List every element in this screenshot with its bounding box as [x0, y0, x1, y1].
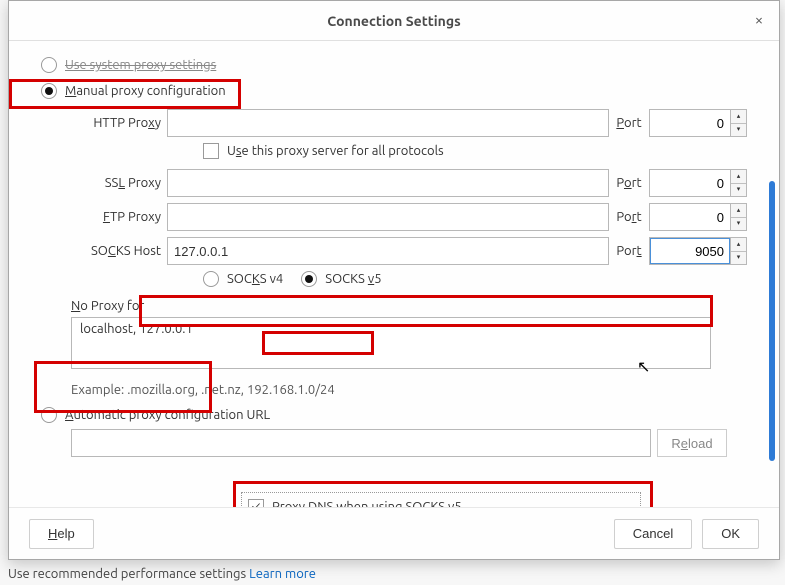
- ok-button[interactable]: OK: [702, 519, 759, 549]
- radio-row-auto[interactable]: Automatic proxy configuration URL: [41, 407, 747, 423]
- scrollbar[interactable]: [769, 181, 775, 461]
- radio-system-proxy-label: Use system proxy settings: [65, 58, 216, 72]
- bg-learn-more-link[interactable]: Learn more: [249, 567, 316, 581]
- http-port-input[interactable]: [649, 109, 731, 137]
- close-icon[interactable]: ×: [747, 9, 771, 33]
- ftp-port-input[interactable]: [649, 203, 731, 231]
- cancel-button[interactable]: Cancel: [614, 519, 692, 549]
- radio-auto-config-label: Automatic proxy configuration URL: [65, 408, 270, 422]
- ssl-proxy-input[interactable]: [167, 169, 609, 197]
- no-proxy-example: Example: .mozilla.org, .net.nz, 192.168.…: [71, 383, 747, 397]
- http-port-spinner[interactable]: ▴▾: [731, 109, 747, 137]
- no-proxy-label: No Proxy for: [71, 299, 747, 313]
- ssl-proxy-row: SSL Proxy Port ▴▾: [71, 169, 747, 197]
- socks-port-spinner[interactable]: ▴▾: [731, 237, 747, 265]
- http-proxy-input[interactable]: [167, 109, 609, 137]
- ftp-proxy-label: FTP Proxy: [71, 210, 167, 224]
- radio-socks-v4-label: SOCKS v4: [227, 272, 283, 286]
- connection-settings-dialog: Connection Settings × Use system proxy s…: [8, 0, 780, 560]
- radio-auto-config[interactable]: [41, 407, 57, 423]
- radio-system-proxy[interactable]: [41, 57, 57, 73]
- ssl-proxy-label: SSL Proxy: [71, 176, 167, 190]
- radio-manual-proxy[interactable]: [41, 83, 57, 99]
- use-for-all-checkbox[interactable]: [203, 143, 219, 159]
- ftp-proxy-input[interactable]: [167, 203, 609, 231]
- radio-socks-v4[interactable]: [203, 271, 219, 287]
- socks-port-input[interactable]: [649, 237, 731, 265]
- use-for-all-row[interactable]: Use this proxy server for all protocols: [203, 143, 747, 159]
- button-bar: Help Cancel OK: [9, 507, 779, 559]
- ssl-port-label: Port: [609, 176, 649, 190]
- use-for-all-label: Use this proxy server for all protocols: [227, 144, 444, 158]
- proxy-dns-row[interactable]: Proxy DNS when using SOCKS v5: [241, 492, 641, 507]
- ssl-port-spinner[interactable]: ▴▾: [731, 169, 747, 197]
- no-proxy-input[interactable]: localhost, 127.0.0.1: [71, 317, 711, 369]
- http-port-label: Port: [609, 116, 649, 130]
- scrollbar-thumb[interactable]: [769, 181, 775, 461]
- ftp-port-spinner[interactable]: ▴▾: [731, 203, 747, 231]
- radio-row-system[interactable]: Use system proxy settings: [41, 57, 747, 73]
- reload-button[interactable]: Reload: [657, 429, 727, 457]
- auto-config-url-input[interactable]: [71, 429, 651, 457]
- dialog-title: Connection Settings: [327, 13, 460, 29]
- proxy-dns-label: Proxy DNS when using SOCKS v5: [272, 500, 462, 507]
- ssl-port-input[interactable]: [649, 169, 731, 197]
- help-button[interactable]: Help: [29, 519, 94, 549]
- dialog-body: Use system proxy settings Manual proxy c…: [9, 41, 779, 507]
- ftp-proxy-row: FTP Proxy Port ▴▾: [71, 203, 747, 231]
- bg-perf-text: Use recommended performance settings: [8, 567, 246, 581]
- socks-port-label: Port: [609, 244, 649, 258]
- radio-row-manual[interactable]: Manual proxy configuration: [41, 83, 747, 99]
- bg-performance-row: Use recommended performance settings Lea…: [8, 567, 316, 581]
- socks-host-row: SOCKS Host Port ▴▾: [71, 237, 747, 265]
- http-proxy-row: HTTP Proxy Port ▴▾: [71, 109, 747, 137]
- radio-socks-v5[interactable]: [301, 271, 317, 287]
- titlebar: Connection Settings ×: [9, 1, 779, 41]
- radio-manual-proxy-label: Manual proxy configuration: [65, 84, 226, 98]
- proxy-dns-checkbox[interactable]: [248, 499, 264, 507]
- http-proxy-label: HTTP Proxy: [71, 116, 167, 130]
- ftp-port-label: Port: [609, 210, 649, 224]
- socks-host-input[interactable]: [167, 237, 609, 265]
- radio-socks-v5-label: SOCKS v5: [325, 272, 381, 286]
- socks-host-label: SOCKS Host: [71, 244, 167, 258]
- socks-version-row: SOCKS v4 SOCKS v5: [203, 271, 747, 287]
